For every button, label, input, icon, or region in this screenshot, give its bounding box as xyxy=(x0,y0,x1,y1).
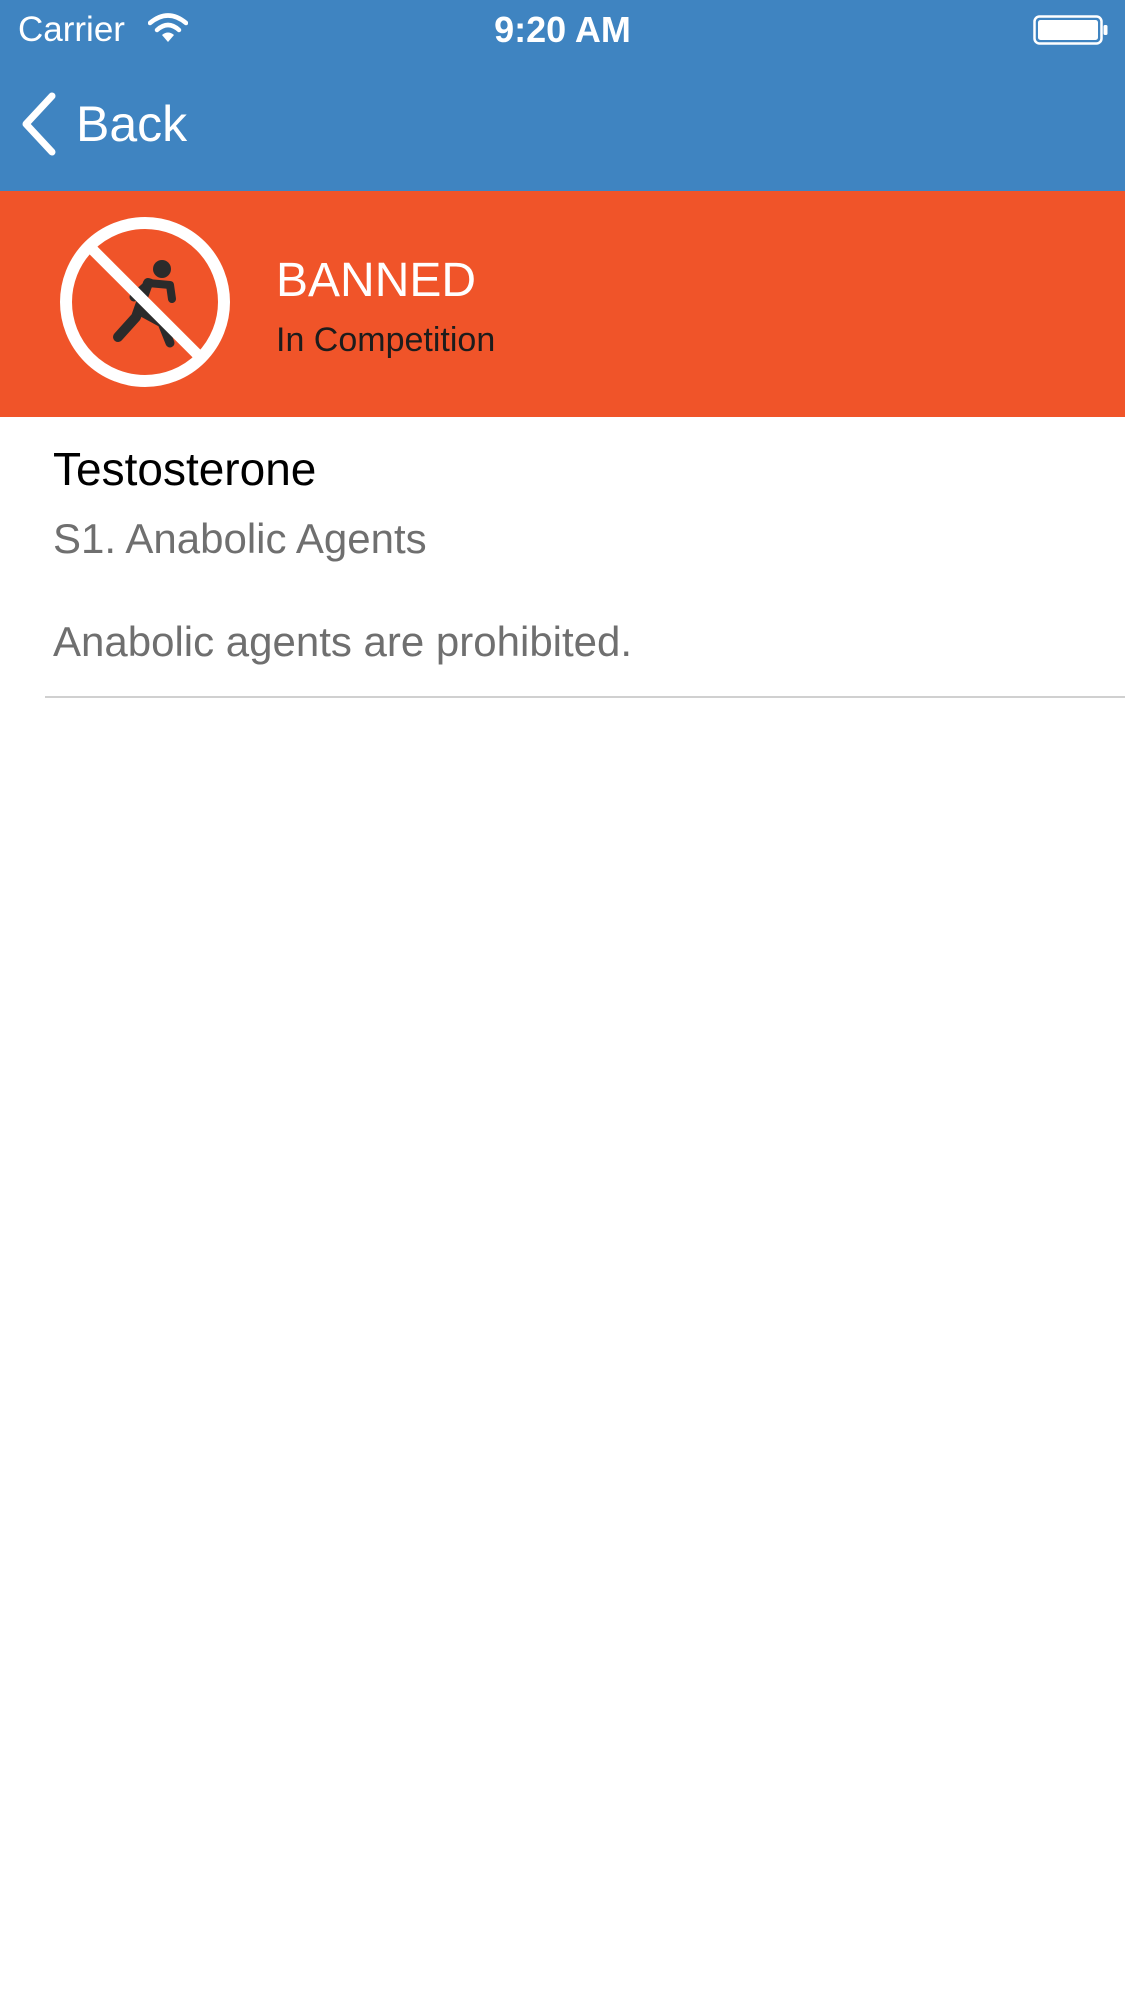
substance-name: Testosterone xyxy=(53,443,317,495)
no-running-icon xyxy=(60,217,230,387)
status-bar: Carrier 9:20 AM xyxy=(0,0,1125,60)
status-time: 9:20 AM xyxy=(494,9,631,50)
back-button[interactable]: Back xyxy=(18,88,187,160)
battery-icon xyxy=(1033,15,1108,45)
back-label: Back xyxy=(76,96,188,152)
banned-status: BANNED xyxy=(276,254,477,307)
chevron-left-icon xyxy=(22,92,56,156)
status-banner: BANNED In Competition xyxy=(0,191,1125,417)
divider xyxy=(45,696,1125,698)
navigation-header: Carrier 9:20 AM Back xyxy=(0,0,1125,191)
substance-class: S1. Anabolic Agents xyxy=(53,515,427,562)
substance-description: Anabolic agents are prohibited. xyxy=(53,618,633,665)
competition-context: In Competition xyxy=(276,321,496,359)
